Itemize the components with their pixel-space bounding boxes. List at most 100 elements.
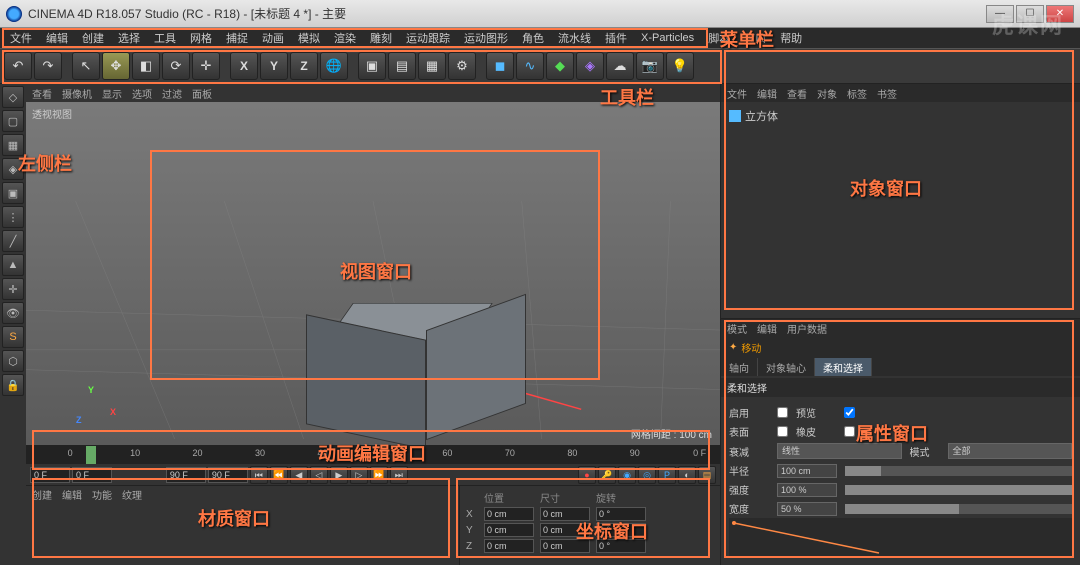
texture-mode-button[interactable]: ▦ <box>2 134 24 156</box>
light-button[interactable]: 💡 <box>666 52 694 80</box>
preview-checkbox[interactable] <box>844 407 855 418</box>
menu-snap[interactable]: 捕捉 <box>220 28 254 48</box>
key-pos-button[interactable]: ◉ <box>618 466 636 484</box>
end-frame-field[interactable] <box>166 467 206 483</box>
menu-xparticles[interactable]: X-Particles <box>635 30 700 46</box>
next-key-button[interactable]: ⏩ <box>370 466 388 484</box>
last-tool[interactable]: ✛ <box>192 52 220 80</box>
tab-soft-select[interactable]: 柔和选择 <box>815 358 872 376</box>
play-back-button[interactable]: ◁ <box>310 466 328 484</box>
mat-func[interactable]: 功能 <box>92 487 112 502</box>
menu-tracking[interactable]: 运动跟踪 <box>400 28 456 48</box>
edge-mode-button[interactable]: ╱ <box>2 230 24 252</box>
deformer-button[interactable]: ◈ <box>576 52 604 80</box>
mat-texture[interactable]: 纹理 <box>122 487 142 502</box>
record-button[interactable]: ● <box>578 466 596 484</box>
menu-create[interactable]: 创建 <box>76 28 110 48</box>
viewport[interactable]: 透视视图 Y <box>26 102 720 445</box>
goto-end-button[interactable]: ⏭ <box>390 466 408 484</box>
redo-button[interactable]: ↷ <box>34 52 62 80</box>
point-mode-button[interactable]: ⋮ <box>2 206 24 228</box>
strength-slider[interactable] <box>845 485 1072 495</box>
start-frame-field[interactable] <box>30 467 70 483</box>
radius-slider[interactable] <box>845 466 1072 476</box>
menu-edit[interactable]: 编辑 <box>40 28 74 48</box>
key-scale-button[interactable]: ◎ <box>638 466 656 484</box>
render-settings-button[interactable]: ⚙ <box>448 52 476 80</box>
size-z-field[interactable] <box>540 539 590 553</box>
enable-checkbox[interactable] <box>777 407 788 418</box>
cube-primitive-button[interactable]: ◼ <box>486 52 514 80</box>
model-mode-button[interactable]: ▢ <box>2 110 24 132</box>
menu-character[interactable]: 角色 <box>516 28 550 48</box>
menu-window[interactable]: 窗口 <box>738 28 772 48</box>
menu-mesh[interactable]: 网格 <box>184 28 218 48</box>
time-track[interactable]: 0 10 20 30 40 50 60 70 80 90 0 F <box>26 446 720 464</box>
generator-button[interactable]: ◆ <box>546 52 574 80</box>
z-axis-lock[interactable]: Z <box>290 52 318 80</box>
pos-z-field[interactable] <box>484 539 534 553</box>
select-tool[interactable]: ↖ <box>72 52 100 80</box>
size-x-field[interactable] <box>540 507 590 521</box>
attr-edit[interactable]: 编辑 <box>757 321 777 336</box>
autokey-button[interactable]: 🔑 <box>598 466 616 484</box>
menu-plugins[interactable]: 插件 <box>599 28 633 48</box>
prev-frame-button[interactable]: ◀ <box>290 466 308 484</box>
enable-axis-button[interactable]: ✛ <box>2 278 24 300</box>
falloff-curve[interactable] <box>729 518 1072 558</box>
menu-animate[interactable]: 动画 <box>256 28 290 48</box>
rubber-checkbox[interactable] <box>844 426 855 437</box>
next-frame-button[interactable]: ▷ <box>350 466 368 484</box>
spline-button[interactable]: ∿ <box>516 52 544 80</box>
rot-h-field[interactable] <box>596 507 646 521</box>
menu-tools[interactable]: 工具 <box>148 28 182 48</box>
minimize-button[interactable]: — <box>986 5 1014 23</box>
environment-button[interactable]: ☁ <box>606 52 634 80</box>
lock-button[interactable]: 🔒 <box>2 374 24 396</box>
rot-b-field[interactable] <box>596 539 646 553</box>
size-y-field[interactable] <box>540 523 590 537</box>
viewmenu-display[interactable]: 显示 <box>102 86 122 101</box>
render-view-button[interactable]: ▣ <box>358 52 386 80</box>
viewmenu-filter[interactable]: 过滤 <box>162 86 182 101</box>
obj-file[interactable]: 文件 <box>727 86 747 101</box>
maximize-button[interactable]: ☐ <box>1016 5 1044 23</box>
make-editable-button[interactable]: ◇ <box>2 86 24 108</box>
rot-p-field[interactable] <box>596 523 646 537</box>
y-axis-lock[interactable]: Y <box>260 52 288 80</box>
texture-axis-button[interactable]: ◈ <box>2 158 24 180</box>
end2-frame-field[interactable] <box>208 467 248 483</box>
render-picture-button[interactable]: ▦ <box>418 52 446 80</box>
rotate-tool[interactable]: ⟳ <box>162 52 190 80</box>
surface-checkbox[interactable] <box>777 426 788 437</box>
time-marker[interactable] <box>86 446 96 464</box>
undo-button[interactable]: ↶ <box>4 52 32 80</box>
pos-y-field[interactable] <box>484 523 534 537</box>
dopesheet-button[interactable]: ▤ <box>698 466 716 484</box>
strength-field[interactable] <box>777 483 837 497</box>
width-slider[interactable] <box>845 504 1072 514</box>
menu-script[interactable]: 脚本 <box>702 28 736 48</box>
obj-edit[interactable]: 编辑 <box>757 86 777 101</box>
obj-bookmarks[interactable]: 书签 <box>877 86 897 101</box>
object-item-cube[interactable]: 立方体 <box>727 106 1074 126</box>
menu-render[interactable]: 渲染 <box>328 28 362 48</box>
attr-mode[interactable]: 模式 <box>727 321 747 336</box>
falloff-select[interactable]: 线性 <box>777 443 902 459</box>
render-region-button[interactable]: ▤ <box>388 52 416 80</box>
menu-select[interactable]: 选择 <box>112 28 146 48</box>
mat-edit[interactable]: 编辑 <box>62 487 82 502</box>
menu-mograph[interactable]: 运动图形 <box>458 28 514 48</box>
tab-axis[interactable]: 轴向 <box>721 358 758 376</box>
menu-pipeline[interactable]: 流水线 <box>552 28 597 48</box>
attr-userdata[interactable]: 用户数据 <box>787 321 827 336</box>
menu-file[interactable]: 文件 <box>4 28 38 48</box>
key-rot-button[interactable]: P <box>658 466 676 484</box>
workplane-button[interactable]: ⬡ <box>2 350 24 372</box>
menu-help[interactable]: 帮助 <box>774 28 808 48</box>
move-tool[interactable]: ✥ <box>102 52 130 80</box>
scale-tool[interactable]: ◧ <box>132 52 160 80</box>
object-tree[interactable]: 立方体 <box>721 102 1080 130</box>
mode-select[interactable]: 全部 <box>948 443 1073 459</box>
menu-sculpt[interactable]: 雕刻 <box>364 28 398 48</box>
